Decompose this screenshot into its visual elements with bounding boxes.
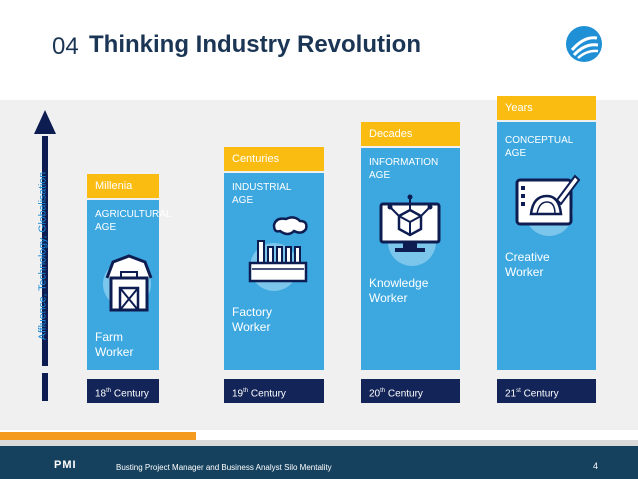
- barn-icon: [105, 254, 153, 312]
- section-number: 04: [52, 33, 79, 60]
- pmi-logo: PMI: [54, 459, 77, 471]
- slide: 04 Thinking Industry Revolution Affluenc…: [0, 0, 638, 479]
- brand-logo-icon: [566, 26, 602, 62]
- tab-centuries: Centuries: [224, 147, 324, 171]
- card-information: INFORMATION AGE Knowledge Worker: [361, 148, 460, 370]
- axis-label: Affluence, Technology, Globalisation: [36, 171, 49, 341]
- factory-icon: [248, 216, 308, 283]
- century-21: 21st Century: [497, 379, 596, 403]
- worker-label: Farm Worker: [95, 330, 134, 359]
- design-tablet-icon: [515, 174, 581, 226]
- age-label: INFORMATION AGE: [369, 157, 439, 181]
- tab-millenia: Millenia: [87, 174, 159, 198]
- worker-label: Factory Worker: [232, 305, 273, 334]
- century-18: 18th Century: [87, 379, 159, 403]
- age-label: CONCEPTUAL AGE: [505, 135, 574, 159]
- footer-caption: Busting Project Manager and Business Ana…: [116, 463, 332, 472]
- arrow-shaft-lower: [42, 373, 48, 401]
- up-arrow-icon: [34, 110, 56, 134]
- century-19: 19th Century: [224, 379, 324, 403]
- accent-bar: [0, 432, 196, 440]
- worker-label: Creative Worker: [505, 250, 550, 279]
- worker-label: Knowledge Worker: [369, 276, 429, 305]
- century-20: 20th Century: [361, 379, 460, 403]
- card-industrial: INDUSTRIAL AGE Factory Worker: [224, 173, 324, 370]
- age-label: INDUSTRIAL AGE: [232, 182, 292, 206]
- tab-years: Years: [497, 96, 596, 120]
- slide-title: Thinking Industry Revolution: [89, 31, 421, 58]
- page-number: 4: [593, 461, 599, 471]
- computer-cube-icon: [379, 194, 441, 252]
- age-label: AGRICULTURAL AGE: [95, 209, 172, 233]
- card-conceptual: CONCEPTUAL AGE Creative Worker: [497, 122, 596, 370]
- tab-decades: Decades: [361, 122, 460, 146]
- card-agricultural: AGRICULTURAL AGE Farm Worker: [87, 200, 172, 370]
